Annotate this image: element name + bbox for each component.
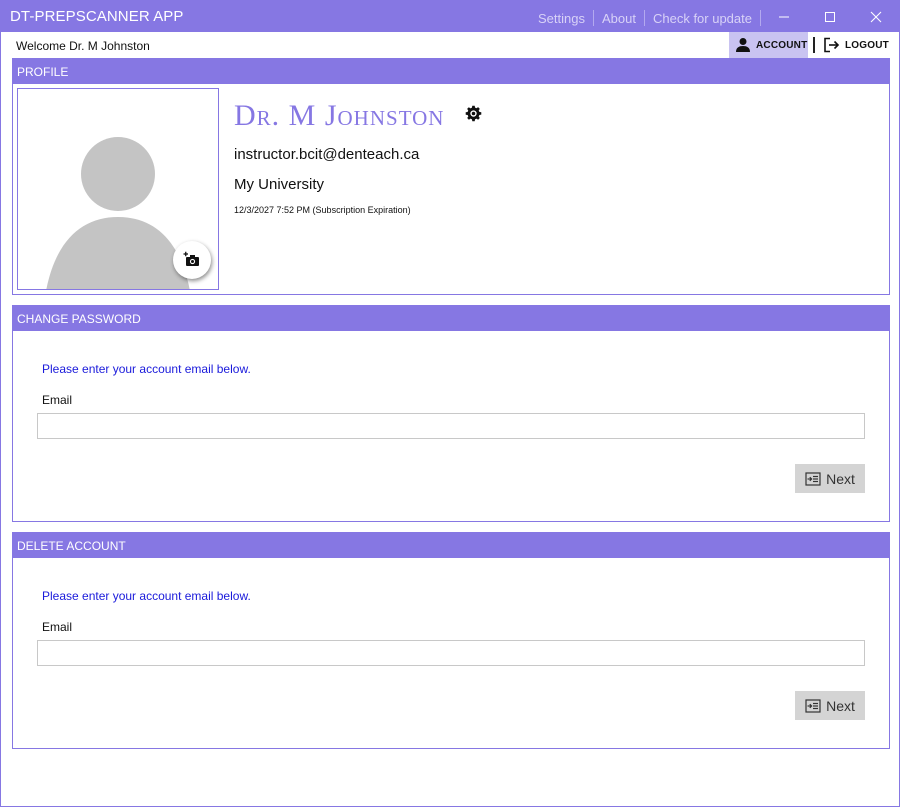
logout-nav-label: LOGOUT: [845, 39, 889, 51]
profile-header: PROFILE: [13, 59, 889, 84]
delete-account-next-button[interactable]: Next: [795, 691, 865, 720]
title-bar: DT-PREPSCANNER APP Settings About Check …: [1, 1, 899, 32]
change-password-email-field[interactable]: [37, 413, 865, 439]
profile-email: instructor.bcit@denteach.ca: [234, 146, 420, 163]
change-password-hint: Please enter your account email below.: [42, 362, 251, 376]
maximize-icon: [825, 11, 835, 22]
delete-account-next-label: Next: [826, 697, 855, 714]
user-icon: [736, 38, 750, 52]
welcome-message: Welcome Dr. M Johnston: [16, 39, 150, 53]
change-password-header: CHANGE PASSWORD: [13, 306, 889, 331]
profile-settings-button[interactable]: [465, 105, 482, 127]
delete-account-header: DELETE ACCOUNT: [13, 533, 889, 558]
change-password-section: CHANGE PASSWORD Please enter your accoun…: [12, 305, 890, 522]
window-controls: [761, 1, 899, 32]
settings-menu-item[interactable]: Settings: [530, 11, 593, 26]
next-form-icon: [805, 471, 821, 486]
close-button[interactable]: [853, 1, 899, 32]
subscription-expiration: 12/3/2027 7:52 PM (Subscription Expirati…: [234, 205, 411, 215]
minimize-button[interactable]: [761, 1, 807, 32]
change-password-next-button[interactable]: Next: [795, 464, 865, 493]
minimize-icon: [779, 16, 789, 17]
about-menu-item[interactable]: About: [594, 11, 644, 26]
maximize-button[interactable]: [807, 1, 853, 32]
change-photo-button[interactable]: [173, 241, 211, 279]
app-window: DT-PREPSCANNER APP Settings About Check …: [0, 0, 900, 807]
logout-icon: [824, 37, 840, 53]
account-nav-label: ACCOUNT: [756, 39, 808, 51]
next-form-icon: [805, 698, 821, 713]
title-menu: Settings About Check for update: [530, 10, 761, 26]
profile-section: PROFILE Dr. M Johnston instructor.bcit@d…: [12, 58, 890, 295]
profile-organization: My University: [234, 176, 325, 193]
add-camera-icon: [183, 251, 199, 266]
account-nav-button[interactable]: ACCOUNT: [729, 32, 808, 58]
gear-icon: [465, 105, 482, 122]
change-password-next-label: Next: [826, 470, 855, 487]
nav-divider: [813, 37, 815, 53]
close-icon: [870, 11, 882, 22]
avatar: [17, 88, 219, 290]
profile-name: Dr. M Johnston: [234, 99, 445, 132]
welcome-bar: Welcome Dr. M Johnston ACCOUNT LOGOUT: [1, 32, 899, 58]
app-title: DT-PREPSCANNER APP: [10, 8, 184, 25]
delete-account-section: DELETE ACCOUNT Please enter your account…: [12, 532, 890, 749]
delete-account-hint: Please enter your account email below.: [42, 589, 251, 603]
delete-account-email-field[interactable]: [37, 640, 865, 666]
delete-account-email-label: Email: [42, 620, 73, 634]
logout-nav-button[interactable]: LOGOUT: [819, 32, 895, 58]
check-update-menu-item[interactable]: Check for update: [645, 11, 760, 26]
change-password-email-label: Email: [42, 393, 73, 407]
